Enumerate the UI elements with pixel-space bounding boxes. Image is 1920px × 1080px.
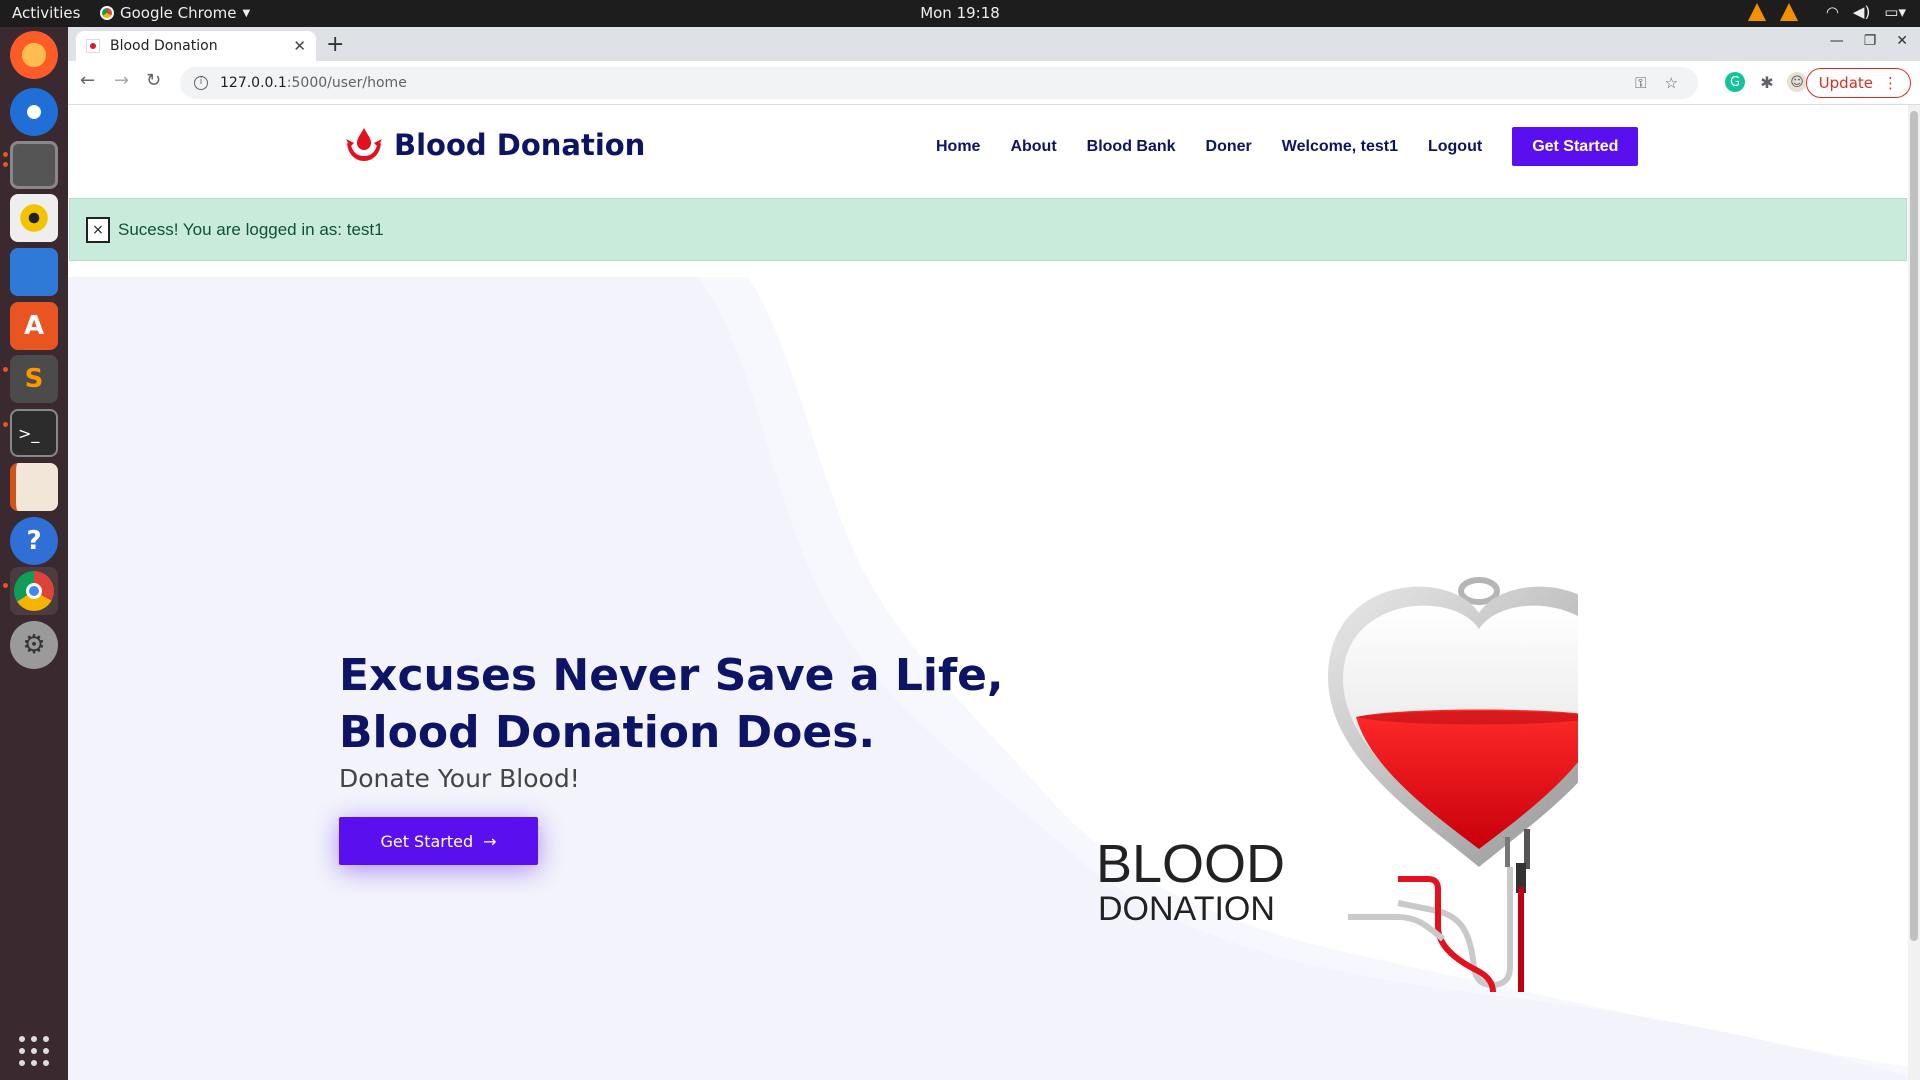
success-alert: × Sucess! You are logged in as: test1: [69, 198, 1907, 261]
illustration-word-blood: BLOOD: [1096, 834, 1286, 894]
terminal-icon[interactable]: >_: [10, 409, 58, 457]
extensions-icon[interactable]: ✱: [1757, 72, 1777, 92]
close-window-button[interactable]: ✕: [1896, 33, 1908, 49]
tab-title: Blood Donation: [110, 38, 218, 54]
alert-message: Sucess! You are logged in as: test1: [118, 219, 384, 239]
close-tab-icon[interactable]: ✕: [293, 37, 306, 55]
profile-avatar[interactable]: ☺: [1787, 72, 1807, 92]
system-tray[interactable]: ◠ ◀) ▭▾: [1747, 3, 1906, 21]
app-menu[interactable]: Google Chrome ▼: [100, 4, 250, 22]
key-icon[interactable]: ⚿: [1635, 74, 1646, 92]
browser-window: Blood Donation ✕ + — ❐ ✕ ← → ↻ i 127.0.0…: [68, 27, 1920, 1080]
restore-button[interactable]: ❐: [1864, 33, 1877, 49]
hero-subtitle: Donate Your Blood!: [339, 764, 580, 793]
vlc-icon[interactable]: [1747, 3, 1766, 21]
firefox-icon[interactable]: [10, 31, 58, 79]
files-icon[interactable]: [10, 141, 58, 189]
running-indicator: [3, 422, 8, 427]
nav-doner[interactable]: Doner: [1206, 138, 1252, 156]
wifi-icon[interactable]: ◠: [1826, 3, 1839, 21]
dock: A S >_ ? ⚙: [0, 27, 68, 1080]
site-header: Blood Donation Home About Blood Bank Don…: [68, 105, 1908, 198]
scrollbar-thumb[interactable]: [1910, 111, 1918, 941]
favicon-icon: [86, 39, 100, 53]
chevron-down-icon: ▼: [242, 7, 251, 19]
alert-close-button[interactable]: ×: [86, 216, 110, 243]
image-viewer-icon[interactable]: [10, 248, 58, 296]
show-applications-icon[interactable]: [19, 1036, 49, 1066]
chrome-icon[interactable]: [10, 567, 58, 615]
nav-welcome-user[interactable]: Welcome, test1: [1282, 138, 1398, 156]
new-tab-button[interactable]: +: [326, 32, 344, 57]
software-center-icon[interactable]: A: [10, 302, 58, 350]
browser-toolbar: ← → ↻ i 127.0.0.1:5000/user/home ⚿ ☆ G ✱…: [68, 61, 1920, 105]
web-page: Blood Donation Home About Blood Bank Don…: [68, 105, 1908, 1080]
forward-button[interactable]: →: [114, 70, 129, 91]
clock[interactable]: Mon 19:18: [0, 4, 1920, 22]
volume-icon[interactable]: ◀): [1853, 3, 1870, 21]
vlc-icon[interactable]: [1779, 3, 1798, 21]
hero-title: Excuses Never Save a Life, Blood Donatio…: [339, 647, 1039, 761]
site-info-icon[interactable]: i: [194, 76, 208, 90]
get-started-hero-button[interactable]: Get Started →: [339, 817, 538, 865]
chrome-icon: [100, 6, 114, 20]
brand-name: Blood Donation: [394, 128, 646, 162]
settings-icon[interactable]: ⚙: [10, 621, 58, 669]
main-nav: Home About Blood Bank Doner Welcome, tes…: [936, 127, 1639, 166]
reload-button[interactable]: ↻: [146, 70, 161, 91]
running-indicator: [3, 162, 8, 167]
blood-drop-hand-icon: [346, 128, 382, 161]
update-button[interactable]: Update ⋮: [1805, 68, 1911, 98]
get-started-nav-button[interactable]: Get Started: [1512, 127, 1639, 166]
update-label: Update: [1818, 74, 1873, 92]
battery-icon[interactable]: ▭▾: [1884, 3, 1906, 21]
illustration-word-donation: DONATION: [1098, 890, 1275, 928]
minimize-button[interactable]: —: [1830, 33, 1844, 49]
nav-blood-bank[interactable]: Blood Bank: [1087, 138, 1176, 156]
hero-title-line-2: Blood Donation Does.: [339, 707, 876, 758]
thunderbird-icon[interactable]: [10, 88, 58, 136]
hero-button-label: Get Started: [380, 831, 474, 851]
tab-blood-donation[interactable]: Blood Donation ✕: [76, 31, 316, 61]
activities-button[interactable]: Activities: [12, 4, 80, 22]
page-scrollbar[interactable]: [1908, 105, 1920, 1080]
window-controls: — ❐ ✕: [1830, 33, 1908, 49]
hero-title-line-1: Excuses Never Save a Life,: [339, 650, 1004, 701]
brand[interactable]: Blood Donation: [344, 125, 645, 165]
back-button[interactable]: ←: [80, 70, 95, 91]
more-menu-icon: ⋮: [1883, 74, 1898, 92]
impress-icon[interactable]: [10, 463, 58, 511]
app-name: Google Chrome: [120, 4, 237, 22]
url-host: 127.0.0.1: [220, 75, 287, 91]
running-indicator: [3, 583, 8, 588]
address-bar[interactable]: i 127.0.0.1:5000/user/home ⚿ ☆: [180, 67, 1698, 99]
grammarly-icon[interactable]: G: [1725, 72, 1745, 92]
rhythmbox-icon[interactable]: [10, 194, 58, 242]
blood-bag-heart-illustration: [1328, 577, 1578, 993]
arrow-right-icon: →: [483, 831, 497, 851]
nav-about[interactable]: About: [1010, 138, 1056, 156]
hero-section: Excuses Never Save a Life, Blood Donatio…: [68, 277, 1908, 1080]
sublime-text-icon[interactable]: S: [10, 355, 58, 403]
bookmark-star-icon[interactable]: ☆: [1665, 74, 1678, 92]
running-indicator: [3, 367, 8, 372]
nav-logout[interactable]: Logout: [1428, 138, 1482, 156]
omnibox-actions: ⚿ ☆: [1635, 67, 1678, 99]
help-icon[interactable]: ?: [10, 517, 58, 565]
url-path: :5000/user/home: [286, 75, 407, 91]
system-top-bar: Activities Google Chrome ▼ Mon 19:18 ◠ ◀…: [0, 0, 1920, 27]
tab-strip: Blood Donation ✕ + — ❐ ✕: [68, 27, 1920, 61]
running-indicator: [3, 152, 8, 157]
nav-home[interactable]: Home: [936, 138, 980, 156]
